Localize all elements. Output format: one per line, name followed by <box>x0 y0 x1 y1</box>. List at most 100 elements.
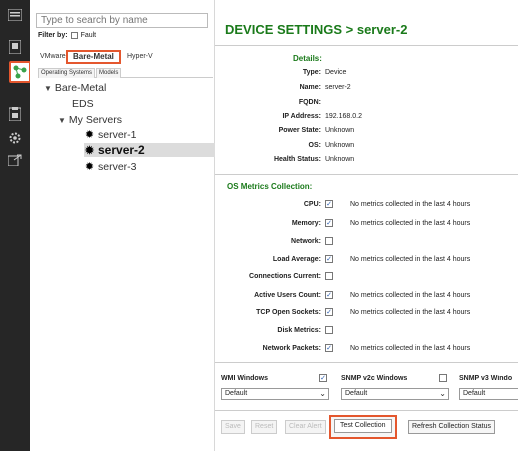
metric-label: Network: <box>291 238 321 245</box>
tree-node-label: EDS <box>72 98 94 110</box>
metric-checkbox[interactable] <box>325 237 333 245</box>
metric-checkbox[interactable]: ✓ <box>325 291 333 299</box>
page-title: DEVICE SETTINGS > server-2 <box>225 22 407 37</box>
metric-label: CPU: <box>304 201 321 208</box>
view-tabs: Operating Systems Models <box>38 68 213 78</box>
save-button[interactable]: Save <box>221 420 245 434</box>
tree-node-my-servers[interactable]: ▼My Servers <box>58 114 122 126</box>
tree-node-label: server-2 <box>98 143 145 157</box>
metric-label: Network Packets: <box>263 345 321 352</box>
app-window: Filter by: Fault VMware Bare-Metal Hyper… <box>0 0 518 451</box>
metric-label: Connections Current: <box>249 273 321 280</box>
metric-label: Active Users Count: <box>254 292 321 299</box>
collector-select-snmp-v3[interactable]: Default <box>459 388 518 400</box>
divider <box>215 45 518 46</box>
filter-row: Filter by: Fault <box>38 32 96 39</box>
export-icon[interactable] <box>4 149 26 171</box>
detail-label: OS: <box>309 142 321 149</box>
detail-value: server-2 <box>325 84 351 91</box>
detail-label: Name: <box>300 84 321 91</box>
divider <box>215 410 518 411</box>
detail-label: Type: <box>303 69 321 76</box>
collector-checkbox-wmi[interactable]: ✓ <box>319 374 327 382</box>
metric-status-note: No metrics collected in the last 4 hours <box>350 292 470 299</box>
metric-checkbox[interactable]: ✓ <box>325 200 333 208</box>
collector-select-snmp-v2c[interactable]: Default ⌄ <box>341 388 449 400</box>
tree-node-label: Bare-Metal <box>55 82 106 94</box>
reset-button[interactable]: Reset <box>251 420 277 434</box>
chevron-down-icon: ⌄ <box>319 389 326 399</box>
details-section-title: Details: <box>293 54 322 63</box>
select-value: Default <box>345 390 367 397</box>
detail-value: Unknown <box>325 127 354 134</box>
server-gear-icon: ✹ <box>84 160 95 173</box>
device-tree-panel: Filter by: Fault VMware Bare-Metal Hyper… <box>30 0 215 451</box>
refresh-collection-status-button[interactable]: Refresh Collection Status <box>408 420 495 434</box>
collector-select-wmi[interactable]: Default ⌄ <box>221 388 329 400</box>
fault-filter-label: Fault <box>81 32 97 39</box>
collector-label-snmp-v3: SNMP v3 Windo <box>459 375 518 382</box>
detail-label: FQDN: <box>299 99 321 106</box>
clear-alert-button[interactable]: Clear Alert <box>285 420 326 434</box>
tree-node-eds[interactable]: EDS <box>72 98 94 110</box>
metric-label: Memory: <box>292 220 321 227</box>
metric-status-note: No metrics collected in the last 4 hours <box>350 256 470 263</box>
topology-icon[interactable] <box>9 61 31 83</box>
metric-status-note: No metrics collected in the last 4 hours <box>350 220 470 227</box>
tab-models[interactable]: Models <box>96 68 121 78</box>
metric-status-note: No metrics collected in the last 4 hours <box>350 345 470 352</box>
test-collection-button[interactable]: Test Collection <box>329 415 397 439</box>
metric-checkbox[interactable]: ✓ <box>325 344 333 352</box>
metric-label: TCP Open Sockets: <box>256 309 321 316</box>
fault-filter-checkbox[interactable] <box>71 32 78 39</box>
detail-label: Health Status: <box>274 156 321 163</box>
test-collection-label: Test Collection <box>334 419 392 433</box>
expand-triangle-icon[interactable]: ▼ <box>44 84 52 93</box>
tree-node-server-1[interactable]: ✹server-1 <box>84 128 137 141</box>
metric-label: Load Average: <box>273 256 321 263</box>
nav-rail <box>0 0 30 451</box>
tree-node-server-2[interactable]: ✹server-2 <box>84 143 215 157</box>
select-value: Default <box>225 390 247 397</box>
metric-checkbox[interactable]: ✓ <box>325 308 333 316</box>
detail-label: IP Address: <box>282 113 321 120</box>
expand-triangle-icon[interactable]: ▼ <box>58 116 66 125</box>
dashboard-icon[interactable] <box>4 4 26 26</box>
os-metrics-section-title: OS Metrics Collection: <box>227 182 312 191</box>
tree-node-label: server-3 <box>98 161 137 173</box>
detail-label: Power State: <box>279 127 321 134</box>
detail-value: Device <box>325 69 346 76</box>
collector-label-wmi: WMI Windows <box>221 375 268 382</box>
detail-value: Unknown <box>325 156 354 163</box>
metric-label: Disk Metrics: <box>277 327 321 334</box>
divider <box>215 174 518 175</box>
divider <box>215 362 518 363</box>
metric-checkbox[interactable] <box>325 326 333 334</box>
tab-hyper-v[interactable]: Hyper-V <box>125 51 155 63</box>
settings-gear-icon[interactable] <box>4 127 26 149</box>
server-gear-icon: ✹ <box>84 144 95 157</box>
reports-icon[interactable] <box>4 36 26 58</box>
tab-vmware[interactable]: VMware <box>38 51 68 63</box>
platform-tabs: VMware Bare-Metal Hyper-V <box>38 51 213 64</box>
collector-checkbox-snmp-v2c[interactable] <box>439 374 447 382</box>
metric-checkbox[interactable]: ✓ <box>325 255 333 263</box>
search-input[interactable] <box>36 13 208 28</box>
tree-node-bare-metal[interactable]: ▼Bare-Metal <box>44 82 106 94</box>
metric-status-note: No metrics collected in the last 4 hours <box>350 201 470 208</box>
tree-node-label: server-1 <box>98 129 137 141</box>
detail-value: 192.168.0.2 <box>325 113 362 120</box>
tab-operating-systems[interactable]: Operating Systems <box>38 68 95 78</box>
metric-checkbox[interactable] <box>325 272 333 280</box>
metric-status-note: No metrics collected in the last 4 hours <box>350 309 470 316</box>
clipboard-icon[interactable] <box>4 103 26 125</box>
tree-node-server-3[interactable]: ✹server-3 <box>84 160 137 173</box>
filter-label: Filter by: <box>38 32 68 39</box>
tab-bare-metal[interactable]: Bare-Metal <box>66 50 121 64</box>
detail-value: Unknown <box>325 142 354 149</box>
collector-label-snmp-v2c: SNMP v2c Windows <box>341 375 407 382</box>
metric-checkbox[interactable]: ✓ <box>325 219 333 227</box>
device-settings-panel: DEVICE SETTINGS > server-2 Details: Type… <box>215 0 518 451</box>
tree-node-label: My Servers <box>69 114 122 126</box>
chevron-down-icon: ⌄ <box>439 389 446 399</box>
